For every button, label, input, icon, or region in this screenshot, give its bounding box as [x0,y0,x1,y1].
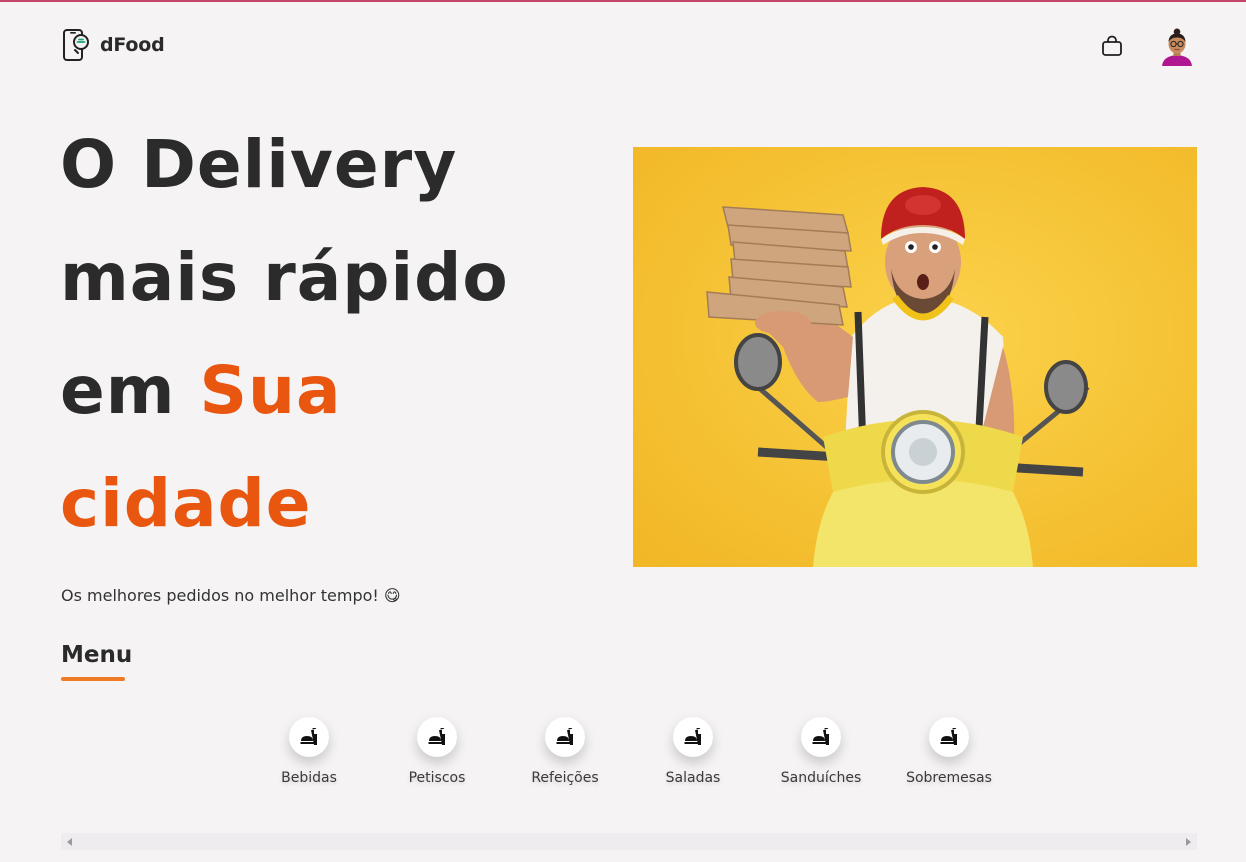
delivery-man-illustration [633,147,1197,567]
brand-logo[interactable]: dFood [62,28,165,62]
menu-heading: Menu [61,642,133,668]
hero-title-line-2: mais rápido [60,239,509,316]
hero-subtitle: Os melhores pedidos no melhor tempo! 😋 [61,586,401,605]
menu-underline [61,677,125,681]
shopping-bag-icon[interactable] [1100,34,1124,58]
category-label: Sanduíches [780,770,862,786]
category-label: Refeições [531,770,599,786]
brand-name: dFood [100,34,165,56]
hero-image [633,147,1197,567]
category-label: Bebidas [281,770,337,786]
header: dFood [62,28,1194,68]
food-icon [417,717,457,757]
food-icon [545,717,585,757]
horizontal-scrollbar[interactable] [61,833,1197,850]
category-petiscos[interactable]: Petiscos [373,717,501,786]
category-label: Petiscos [408,770,466,786]
hero-title-accent-sua: Sua [199,352,342,429]
hero-title: O Delivery mais rápido em Sua cidade [60,108,620,560]
scroll-left-arrow-icon[interactable] [67,838,72,846]
category-list: Bebidas Petiscos Refeições Saladas Sandu… [245,717,1013,786]
category-saladas[interactable]: Saladas [629,717,757,786]
hero-title-line-1: O Delivery [60,126,458,203]
user-avatar[interactable] [1159,28,1195,66]
food-icon [289,717,329,757]
phone-chat-icon [63,29,89,61]
category-label: Saladas [665,770,721,786]
category-sobremesas[interactable]: Sobremesas [885,717,1013,786]
category-label: Sobremesas [906,770,992,786]
hero-title-line-3: em [60,352,200,429]
food-icon [673,717,713,757]
food-icon [801,717,841,757]
category-sanduiches[interactable]: Sanduíches [757,717,885,786]
food-icon [929,717,969,757]
scroll-right-arrow-icon[interactable] [1186,838,1191,846]
category-bebidas[interactable]: Bebidas [245,717,373,786]
category-refeicoes[interactable]: Refeições [501,717,629,786]
top-accent-line [0,0,1246,2]
hero-title-accent-cidade: cidade [60,465,312,542]
